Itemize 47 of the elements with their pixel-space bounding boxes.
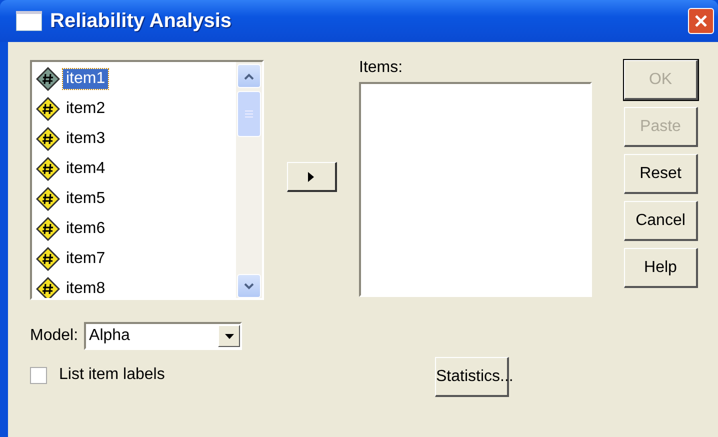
numeric-variable-icon [36,97,60,121]
numeric-variable-icon [36,157,60,181]
scroll-down-button[interactable] [237,274,261,298]
scrollbar[interactable] [236,62,262,298]
variable-item[interactable]: item4 [36,154,236,184]
variable-label: item6 [65,219,106,239]
model-dropdown[interactable]: Alpha [84,322,242,350]
dialog-button[interactable]: Reset [624,154,698,194]
variable-label: item7 [65,249,106,269]
model-label: Model: [30,327,78,345]
grip-icon [245,110,253,118]
variable-label: item1 [63,69,108,89]
chevron-up-icon [244,72,254,80]
close-icon [694,14,708,28]
checkbox-label: List item labels [59,366,165,384]
numeric-variable-icon [36,187,60,211]
variable-label: item3 [65,129,106,149]
numeric-variable-icon [36,127,60,151]
variable-label: item5 [65,189,106,209]
numeric-variable-icon [36,277,60,298]
variable-item[interactable]: item6 [36,214,236,244]
numeric-variable-icon [36,247,60,271]
variable-item[interactable]: item8 [36,274,236,298]
close-button[interactable] [688,8,714,34]
move-button[interactable] [286,162,336,192]
dialog-button[interactable]: Help [624,248,698,288]
variable-list[interactable]: item1 item2 item3 item4 item5 item6 item7 item8 [30,60,264,300]
scroll-thumb[interactable] [237,91,261,137]
checkbox[interactable] [30,366,47,384]
play-icon [308,172,314,182]
items-label: Items: [359,58,404,78]
window-icon [16,11,42,31]
numeric-variable-icon [36,217,60,241]
scroll-up-button[interactable] [237,64,261,88]
variable-item[interactable]: item3 [36,124,236,154]
variable-item[interactable]: item5 [36,184,236,214]
numeric-variable-icon [36,67,60,91]
variable-item[interactable]: item2 [36,94,236,124]
caret-icon [224,334,234,338]
window-title: Reliability Analysis [50,10,233,32]
dialog-button[interactable]: Cancel [624,201,698,241]
variable-item[interactable]: item1 [36,64,236,94]
chevron-down-icon [244,282,254,290]
variable-label: item8 [65,279,106,298]
variable-label: item4 [65,159,106,179]
variable-item[interactable]: item7 [36,244,236,274]
variable-label: item2 [65,99,106,119]
